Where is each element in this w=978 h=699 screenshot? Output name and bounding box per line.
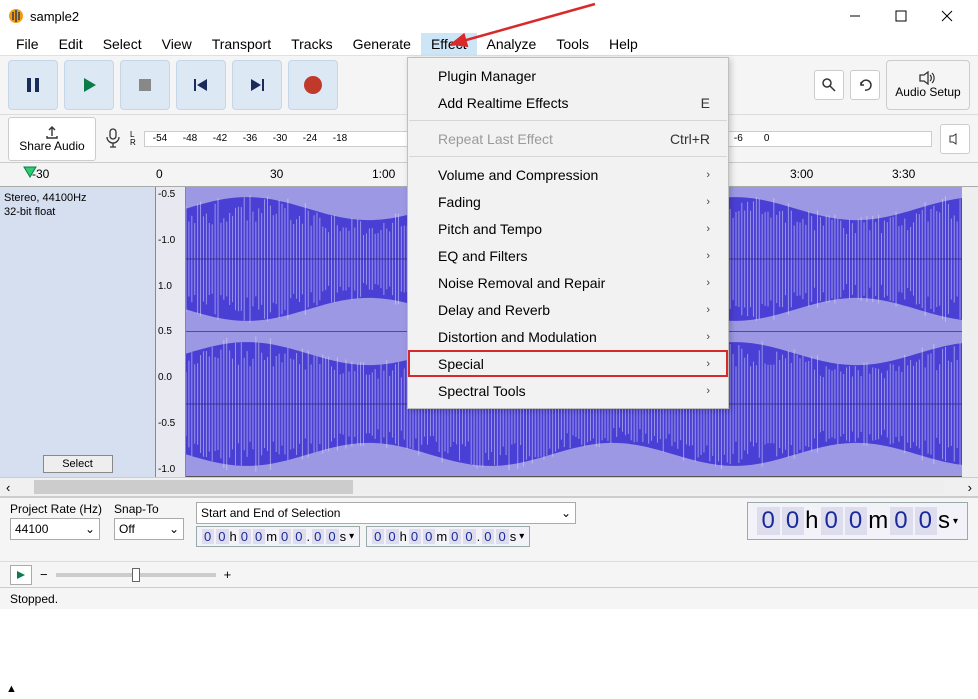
vertical-scale: -0.5-1.01.00.50.0-0.5-1.0 — [156, 187, 186, 477]
menu-view[interactable]: View — [152, 33, 202, 55]
horizontal-scrollbar-row: ‹ › — [0, 477, 978, 497]
share-audio-button[interactable]: Share Audio — [8, 117, 96, 161]
window-title: sample2 — [30, 9, 832, 24]
app-icon — [8, 8, 24, 24]
play-at-speed-button[interactable] — [10, 565, 32, 585]
statusbar: Stopped. — [0, 587, 978, 609]
scroll-right-icon[interactable]: › — [962, 480, 978, 495]
undo-icon[interactable] — [850, 70, 880, 100]
selection-toolbar: Project Rate (Hz) 44100 ⌄ Snap-To Off ⌄ St… — [0, 497, 978, 561]
titlebar: sample2 — [0, 0, 978, 32]
menubar: FileEditSelectViewTransportTracksGenerat… — [0, 32, 978, 56]
stop-button[interactable] — [120, 60, 170, 110]
audio-setup-label: Audio Setup — [895, 85, 960, 99]
menu-item-spectral-tools[interactable]: Spectral Tools› — [408, 377, 728, 404]
menu-tracks[interactable]: Tracks — [281, 33, 342, 55]
speaker-icon — [918, 71, 938, 85]
track-control-panel[interactable]: Stereo, 44100Hz 32-bit float Select ▲ — [0, 187, 156, 477]
maximize-button[interactable] — [878, 1, 924, 31]
speed-plus-label: + — [224, 567, 232, 582]
menu-item-special[interactable]: Special› — [408, 350, 728, 377]
vertical-scrollbar[interactable] — [962, 187, 978, 477]
menu-item-repeat-last-effect: Repeat Last EffectCtrl+R — [408, 125, 728, 152]
menu-effect[interactable]: Effect — [421, 33, 477, 55]
effect-menu-dropdown: Plugin ManagerAdd Realtime EffectsE Repea… — [407, 57, 729, 409]
menu-edit[interactable]: Edit — [49, 33, 93, 55]
minimize-button[interactable] — [832, 1, 878, 31]
menu-tools[interactable]: Tools — [546, 33, 599, 55]
menu-item-add-realtime-effects[interactable]: Add Realtime EffectsE — [408, 89, 728, 116]
snap-to-combo[interactable]: Off ⌄ — [114, 518, 184, 540]
status-text: Stopped. — [10, 592, 58, 606]
menu-file[interactable]: File — [6, 33, 49, 55]
collapse-icon[interactable]: ▲ — [6, 683, 17, 695]
snap-to-label: Snap-To — [114, 502, 184, 516]
record-button[interactable] — [288, 60, 338, 110]
selection-end-time[interactable]: 00h00m00.00s▾ — [366, 526, 530, 547]
menu-item-distortion-and-modulation[interactable]: Distortion and Modulation› — [408, 323, 728, 350]
selection-mode-value: Start and End of Selection — [201, 506, 340, 520]
menu-item-plugin-manager[interactable]: Plugin Manager — [408, 62, 728, 89]
audio-position-time[interactable]: 00h00m00s▾ — [747, 502, 968, 540]
chevron-down-icon: ⌄ — [169, 522, 179, 536]
close-button[interactable] — [924, 1, 970, 31]
skip-start-button[interactable] — [176, 60, 226, 110]
menu-item-volume-and-compression[interactable]: Volume and Compression› — [408, 161, 728, 188]
menu-item-pitch-and-tempo[interactable]: Pitch and Tempo› — [408, 215, 728, 242]
snap-to-value: Off — [119, 522, 135, 536]
track-info-line1: Stereo, 44100Hz — [4, 191, 151, 205]
menu-generate[interactable]: Generate — [343, 33, 421, 55]
pause-button[interactable] — [8, 60, 58, 110]
track-info-line2: 32-bit float — [4, 205, 151, 219]
menu-transport[interactable]: Transport — [202, 33, 281, 55]
audio-setup-button[interactable]: Audio Setup — [886, 60, 970, 110]
chevron-down-icon: ⌄ — [561, 506, 571, 520]
menu-item-fading[interactable]: Fading› — [408, 188, 728, 215]
selection-start-time[interactable]: 00h00m00.00s▾ — [196, 526, 360, 547]
chevron-down-icon: ⌄ — [85, 522, 95, 536]
play-button[interactable] — [64, 60, 114, 110]
project-rate-value: 44100 — [15, 522, 48, 536]
playback-speed-slider[interactable] — [56, 573, 216, 577]
zoom-tool-icon[interactable] — [814, 70, 844, 100]
lr-label: LR — [130, 131, 136, 147]
play-at-speed-toolbar: − + — [0, 561, 978, 587]
track-select-button[interactable]: Select — [43, 455, 113, 473]
mic-icon — [104, 127, 122, 151]
horizontal-scrollbar[interactable] — [34, 480, 943, 494]
menu-select[interactable]: Select — [93, 33, 152, 55]
menu-item-noise-removal-and-repair[interactable]: Noise Removal and Repair› — [408, 269, 728, 296]
menu-item-eq-and-filters[interactable]: EQ and Filters› — [408, 242, 728, 269]
project-rate-label: Project Rate (Hz) — [10, 502, 102, 516]
share-icon — [44, 125, 60, 139]
menu-help[interactable]: Help — [599, 33, 648, 55]
selection-mode-combo[interactable]: Start and End of Selection ⌄ — [196, 502, 576, 524]
scroll-left-icon[interactable]: ‹ — [0, 480, 16, 495]
share-audio-label: Share Audio — [19, 139, 84, 153]
skip-end-button[interactable] — [232, 60, 282, 110]
speed-minus-label: − — [40, 567, 48, 582]
menu-item-delay-and-reverb[interactable]: Delay and Reverb› — [408, 296, 728, 323]
project-rate-combo[interactable]: 44100 ⌄ — [10, 518, 100, 540]
speaker-level-icon[interactable] — [940, 124, 970, 154]
menu-analyze[interactable]: Analyze — [477, 33, 547, 55]
